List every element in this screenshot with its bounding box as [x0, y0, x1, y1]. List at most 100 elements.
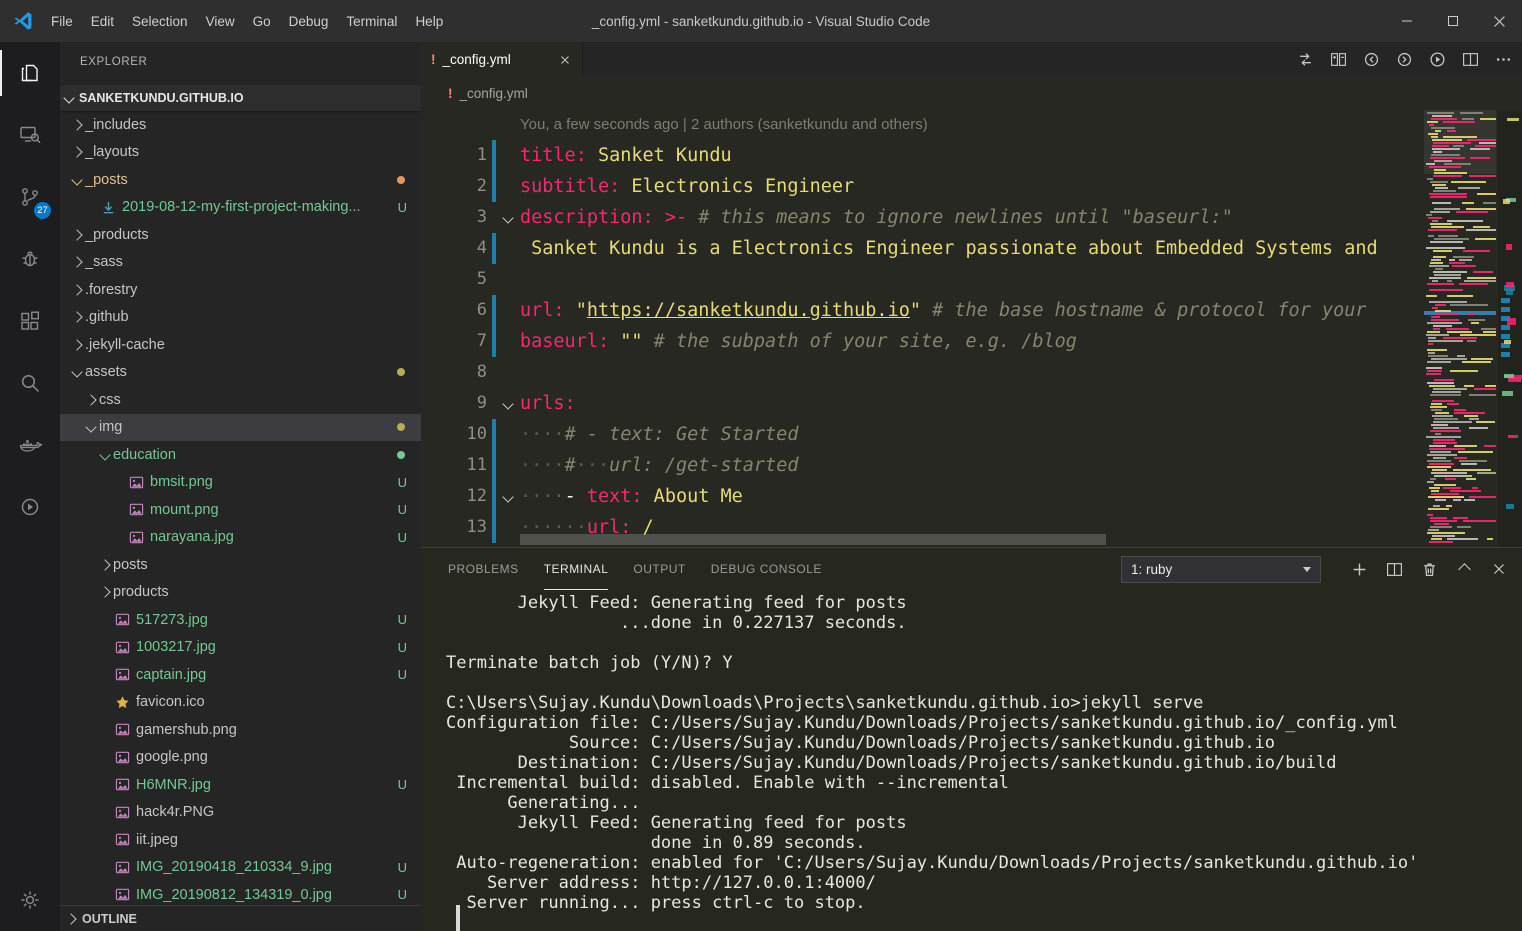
open-changes-icon[interactable]: [1329, 51, 1347, 69]
tree-item[interactable]: gamershub.png: [60, 716, 421, 744]
tree-item[interactable]: _includes: [60, 111, 421, 139]
split-editor-icon[interactable]: [1461, 51, 1479, 69]
tree-item[interactable]: _layouts: [60, 139, 421, 167]
run-code-icon[interactable]: [1428, 51, 1446, 69]
tree-item[interactable]: favicon.ico: [60, 689, 421, 717]
tree-item[interactable]: css: [60, 386, 421, 414]
terminal-shell-select[interactable]: 1: ruby: [1121, 556, 1321, 583]
tree-item[interactable]: education: [60, 441, 421, 469]
activity-debug[interactable]: [0, 228, 60, 290]
tree-item[interactable]: iit.jpeg: [60, 826, 421, 854]
code-line-2[interactable]: 2subtitle: Electronics Engineer: [421, 171, 1522, 202]
tree-item[interactable]: _sass: [60, 249, 421, 277]
code-text: [520, 264, 1522, 295]
overview-ruler[interactable]: [1498, 110, 1522, 547]
maximize-panel-icon[interactable]: [1455, 560, 1473, 578]
new-terminal-icon[interactable]: [1350, 560, 1368, 578]
activity-search[interactable]: [0, 352, 60, 414]
code-editor[interactable]: You, a few seconds ago | 2 authors (sank…: [421, 110, 1522, 547]
tab-close-icon[interactable]: [558, 53, 572, 67]
menu-selection[interactable]: Selection: [123, 0, 197, 42]
fold-icon[interactable]: [496, 481, 520, 512]
menu-view[interactable]: View: [197, 0, 244, 42]
tree-item[interactable]: mount.pngU: [60, 496, 421, 524]
code-line-11[interactable]: 11····#···url: /get-started: [421, 450, 1522, 481]
tree-item[interactable]: products: [60, 579, 421, 607]
code-line-7[interactable]: 7baseurl: "" # the subpath of your site,…: [421, 326, 1522, 357]
fold-icon[interactable]: [496, 202, 520, 233]
code-line-3[interactable]: 3description: >- # this means to ignore …: [421, 202, 1522, 233]
minimize-button[interactable]: [1384, 0, 1430, 42]
tree-item[interactable]: narayana.jpgU: [60, 524, 421, 552]
chevron-right-icon: [68, 286, 85, 294]
activity-bar: 27: [0, 42, 60, 931]
tree-item[interactable]: .jekyll-cache: [60, 331, 421, 359]
image-icon: [113, 777, 132, 792]
menu-help[interactable]: Help: [406, 0, 452, 42]
editor-horizontal-scrollbar[interactable]: [520, 534, 1106, 545]
tree-item[interactable]: google.png: [60, 744, 421, 772]
menu-debug[interactable]: Debug: [280, 0, 338, 42]
tree-item[interactable]: 517273.jpgU: [60, 606, 421, 634]
breadcrumb[interactable]: ! _config.yml: [421, 77, 1522, 110]
tab-config-yml[interactable]: ! _config.yml: [421, 42, 583, 77]
close-panel-icon[interactable]: [1490, 560, 1508, 578]
activity-code-runner[interactable]: [0, 476, 60, 538]
code-line-9[interactable]: 9urls:: [421, 388, 1522, 419]
code-line-10[interactable]: 10····# - text: Get Started: [421, 419, 1522, 450]
gitlens-blame-annotation[interactable]: You, a few seconds ago | 2 authors (sank…: [520, 110, 1522, 140]
activity-remote-explorer[interactable]: [0, 104, 60, 166]
tree-item[interactable]: .forestry: [60, 276, 421, 304]
tree-item[interactable]: 1003217.jpgU: [60, 634, 421, 662]
split-terminal-icon[interactable]: [1385, 560, 1403, 578]
code-line-4[interactable]: 4 Sanket Kundu is a Electronics Engineer…: [421, 233, 1522, 264]
tree-item-label: google.png: [136, 749, 421, 765]
kill-terminal-icon[interactable]: [1420, 560, 1438, 578]
outline-section-header[interactable]: OUTLINE: [60, 905, 421, 931]
panel-tab-terminal[interactable]: TERMINAL: [544, 548, 609, 590]
tree-item[interactable]: img: [60, 414, 421, 442]
menu-file[interactable]: File: [42, 0, 82, 42]
tree-item[interactable]: IMG_20190418_210334_9.jpgU: [60, 854, 421, 882]
menu-edit[interactable]: Edit: [82, 0, 123, 42]
activity-source-control[interactable]: 27: [0, 166, 60, 228]
menu-terminal[interactable]: Terminal: [337, 0, 406, 42]
chevron-right-icon: [68, 231, 85, 239]
tree-item[interactable]: captain.jpgU: [60, 661, 421, 689]
activity-extensions[interactable]: [0, 290, 60, 352]
code-line-6[interactable]: 6url: "https://sanketkundu.github.io" # …: [421, 295, 1522, 326]
close-window-button[interactable]: [1476, 0, 1522, 42]
terminal-output[interactable]: Jekyll Feed: Generating feed for posts .…: [446, 593, 1514, 931]
tree-item[interactable]: 2019-08-12-my-first-project-making...U: [60, 194, 421, 222]
activity-settings[interactable]: [0, 869, 60, 931]
file-tree: _includes_layouts_posts2019-08-12-my-fir…: [60, 111, 421, 909]
next-change-icon[interactable]: [1395, 51, 1413, 69]
panel-tab-problems[interactable]: PROBLEMS: [448, 548, 519, 590]
tree-item[interactable]: H6MNR.jpgU: [60, 771, 421, 799]
tree-item[interactable]: bmsit.pngU: [60, 469, 421, 497]
compare-changes-icon[interactable]: [1296, 51, 1314, 69]
tree-item[interactable]: _products: [60, 221, 421, 249]
maximize-button[interactable]: [1430, 0, 1476, 42]
more-actions-icon[interactable]: [1494, 51, 1512, 69]
menu-go[interactable]: Go: [244, 0, 280, 42]
activity-explorer[interactable]: [0, 42, 60, 104]
tree-item[interactable]: .github: [60, 304, 421, 332]
previous-change-icon[interactable]: [1362, 51, 1380, 69]
tree-item[interactable]: _posts: [60, 166, 421, 194]
minimap[interactable]: [1424, 110, 1496, 547]
tree-item[interactable]: hack4r.PNG: [60, 799, 421, 827]
code-line-8[interactable]: 8: [421, 357, 1522, 388]
fold-icon[interactable]: [496, 388, 520, 419]
tree-item[interactable]: assets: [60, 359, 421, 387]
code-line-1[interactable]: 1title: Sanket Kundu: [421, 140, 1522, 171]
project-section-header[interactable]: SANKETKUNDU.GITHUB.IO: [60, 85, 421, 111]
panel-tab-debug-console[interactable]: DEBUG CONSOLE: [711, 548, 822, 590]
code-line-5[interactable]: 5: [421, 264, 1522, 295]
code-line-12[interactable]: 12····- text: About Me: [421, 481, 1522, 512]
code-lines: 1title: Sanket Kundu2subtitle: Electroni…: [421, 140, 1522, 543]
activity-docker[interactable]: [0, 414, 60, 476]
tree-item[interactable]: posts: [60, 551, 421, 579]
panel-tab-output[interactable]: OUTPUT: [633, 548, 685, 590]
image-icon: [113, 640, 132, 655]
